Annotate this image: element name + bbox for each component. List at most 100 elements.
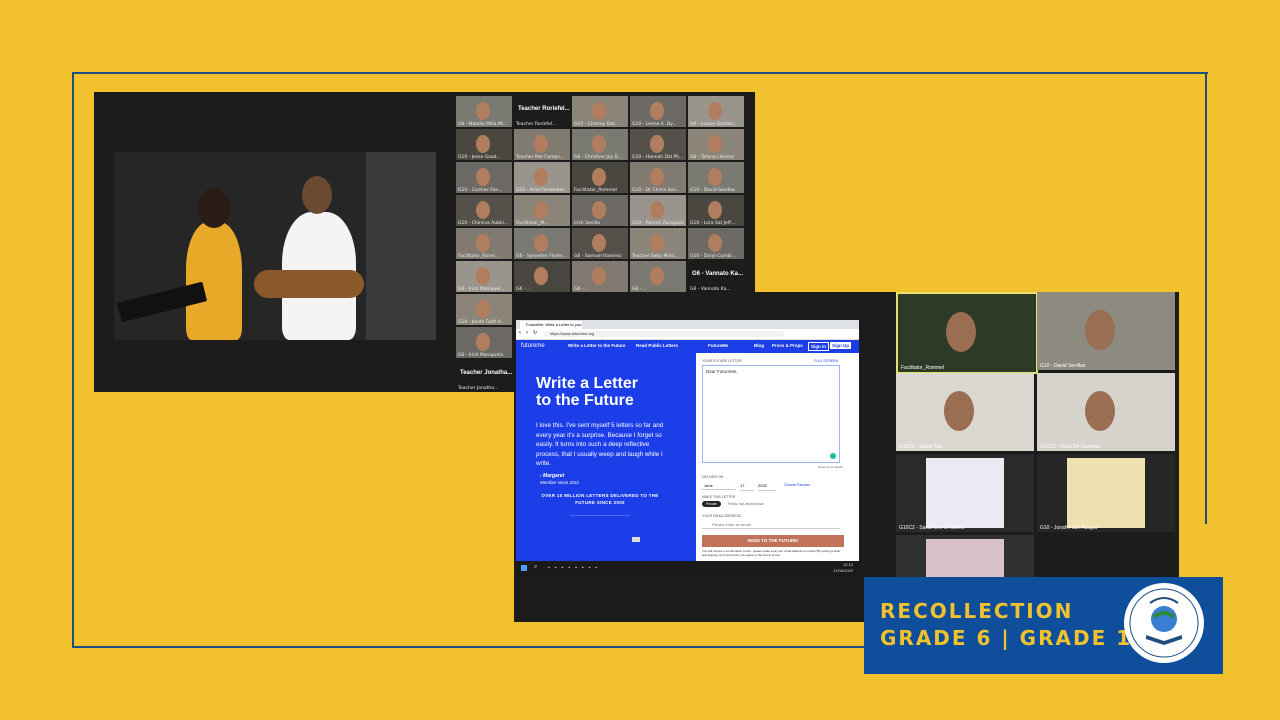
participant-face bbox=[592, 135, 606, 153]
participant-tile[interactable]: Teacher Jonatha... Teacher Jonatha... bbox=[456, 360, 512, 391]
taskbar-date: 17/06/2022 bbox=[832, 568, 853, 573]
frame-right-line bbox=[1205, 72, 1207, 524]
singer-figure bbox=[186, 222, 242, 340]
email-label: YOUR EMAIL ADDRESS bbox=[702, 514, 742, 518]
speaker-tile[interactable]: G10 - Jonah Faith Abagat bbox=[1037, 454, 1175, 532]
participant-face bbox=[708, 168, 722, 186]
futureme-logo[interactable]: futureme bbox=[521, 343, 545, 349]
participant-tile[interactable]: Teacher Mal Camps... bbox=[514, 129, 570, 160]
fullscreen-link[interactable]: FULL SCREEN bbox=[814, 359, 838, 363]
participant-tile[interactable]: G10 - Lenne A. Dy... bbox=[630, 96, 686, 127]
taskbar-app-icons[interactable]: ▪▪▪▪▪▪▪▪ bbox=[548, 565, 602, 571]
participant-tile[interactable]: G10 - Daryl Cumbl... bbox=[688, 228, 744, 259]
participant-tile[interactable]: G10 - Lora Sat Jeff... bbox=[688, 195, 744, 226]
forward-icon[interactable]: › bbox=[526, 330, 528, 336]
participant-tile[interactable]: G10 - Cormac Fan... bbox=[456, 162, 512, 193]
participant-face bbox=[1085, 391, 1115, 431]
banner-line-2: GRADE 6 | GRADE 10 bbox=[880, 626, 1149, 650]
send-button[interactable]: SEND TO THE FUTURE! bbox=[702, 535, 844, 547]
stat-text: OVER 10 MILLION LETTERS DELIVERED TO THE… bbox=[541, 493, 659, 505]
letter-value: Dear FutureMe, bbox=[706, 369, 738, 374]
participant-tile[interactable]: G6 - Natalia Milla Mi... bbox=[456, 96, 512, 127]
participant-tile[interactable]: G10 - Dr Chirra Sen... bbox=[630, 162, 686, 193]
participant-tile[interactable]: Facilitator_Ronel... bbox=[456, 228, 512, 259]
hero-badge bbox=[632, 537, 640, 542]
participant-tile[interactable]: G6 - ... bbox=[514, 261, 570, 292]
url-field[interactable]: https://www.futureme.org bbox=[544, 331, 784, 337]
speaker-tile[interactable]: G10C2 - Yuna De Guzman bbox=[1037, 373, 1175, 451]
participant-name: G6 - Christine Joy D... bbox=[574, 155, 623, 160]
letter-textarea[interactable]: Dear FutureMe, bbox=[702, 365, 840, 463]
participant-tile[interactable]: Facilitator_Rommel bbox=[572, 162, 628, 193]
participant-tile[interactable]: G10 - Cherrey Dat... bbox=[572, 96, 628, 127]
participant-name: G6 - Irish Maniquel... bbox=[458, 287, 505, 292]
sign-in-button[interactable]: Sign In bbox=[808, 342, 829, 351]
participant-tile[interactable]: G6 - ... bbox=[572, 261, 628, 292]
browser-tab[interactable]: FutureMe: Write a Letter to you... bbox=[520, 321, 582, 329]
back-icon[interactable]: ‹ bbox=[519, 330, 521, 336]
participant-tile[interactable]: G10 - Ariel Fernandez bbox=[514, 162, 570, 193]
blog-link[interactable]: Blog bbox=[754, 343, 764, 348]
participant-face bbox=[592, 234, 606, 252]
participant-tile[interactable]: G10 - Chirsiva Aubin... bbox=[456, 195, 512, 226]
day-select[interactable]: 17 bbox=[740, 481, 754, 491]
sign-up-button[interactable]: Sign Up bbox=[830, 342, 851, 349]
participant-tile[interactable]: G6 - Sylvester Flores... bbox=[514, 228, 570, 259]
participant-tile[interactable]: Facilitator_M... bbox=[514, 195, 570, 226]
spotlight-video[interactable] bbox=[114, 152, 436, 340]
public-toggle[interactable]: Public, but anonymous bbox=[728, 502, 763, 506]
participant-name: G6 - Sylvester Flores... bbox=[516, 254, 567, 259]
letter-label: YOUR FUTURE LETTER bbox=[702, 359, 742, 363]
participant-tile[interactable]: G6 - Samuel Ramirez bbox=[572, 228, 628, 259]
participant-face bbox=[946, 312, 976, 352]
participant-name: Irish Sevilla bbox=[574, 221, 600, 226]
participant-name: G6 - Irish Maniquela bbox=[458, 353, 504, 358]
participant-tile[interactable]: G10 - David Sevillas bbox=[688, 162, 744, 193]
press-link[interactable]: Press & Props bbox=[772, 343, 803, 348]
search-icon[interactable]: ⌕ bbox=[534, 564, 537, 571]
participant-tile[interactable]: Teacher Seby Malo... bbox=[630, 228, 686, 259]
participant-face bbox=[650, 135, 664, 153]
participant-face bbox=[592, 201, 606, 219]
participant-face bbox=[1085, 310, 1115, 350]
month-select[interactable]: June bbox=[702, 481, 736, 490]
participant-name-large: Teacher Jonatha... bbox=[460, 370, 512, 376]
participant-tile[interactable]: G6 - Louise Gordon... bbox=[688, 96, 744, 127]
speaker-tile[interactable]: G10C2 - Sarah Tan bbox=[896, 373, 1034, 451]
windows-taskbar: ⌕ ▪▪▪▪▪▪▪▪ 12:12 17/06/2022 bbox=[516, 561, 859, 576]
participant-tile[interactable]: G6 - Christine Joy D... bbox=[572, 129, 628, 160]
participant-name: G6 - Louise Gordon... bbox=[690, 122, 738, 127]
speaker-tile[interactable]: G10 - David Sevillas bbox=[1037, 292, 1175, 370]
participant-tile[interactable]: G6 - Irish Maniquela bbox=[456, 327, 512, 358]
participant-tile[interactable]: Teacher Roriefel... Teacher Roriefel... bbox=[514, 96, 570, 127]
participant-face bbox=[708, 135, 722, 153]
private-toggle[interactable]: Private bbox=[702, 501, 721, 507]
email-input[interactable]: Please enter an email bbox=[702, 520, 840, 529]
participant-tile[interactable]: G6 - Vannato Ka... G6 - Vannato Ka... bbox=[688, 261, 744, 292]
read-public-link[interactable]: Read Public Letters bbox=[636, 343, 678, 348]
write-letter-link[interactable]: Write a Letter to the Future bbox=[568, 343, 625, 348]
participant-face bbox=[650, 267, 664, 285]
participant-tile[interactable]: G10 - Jesse Gaad... bbox=[456, 129, 512, 160]
participant-name: G10 - Daryl Cumbl... bbox=[690, 254, 736, 259]
speaker-tile[interactable]: Facilitator_Rommel bbox=[896, 292, 1038, 374]
reload-icon[interactable]: ↻ bbox=[533, 330, 537, 336]
browser-tab-strip: FutureMe: Write a Letter to you... bbox=[516, 320, 859, 329]
participant-face bbox=[476, 168, 490, 186]
participant-tile[interactable]: G10 - Hannah Dal Ph... bbox=[630, 129, 686, 160]
participant-face bbox=[944, 391, 974, 431]
participant-tile[interactable]: G6 - Irish Maniquel... bbox=[456, 261, 512, 292]
windows-start-icon[interactable] bbox=[521, 565, 527, 571]
speaker-tile[interactable]: G10C2 - Sarah Lee G Alberto bbox=[896, 454, 1034, 532]
letter-form: YOUR FUTURE LETTER FULL SCREEN Dear Futu… bbox=[696, 353, 859, 561]
participant-tile[interactable]: G10 - Ronnie Zaragoza bbox=[630, 195, 686, 226]
need-help-link[interactable]: Need some ideas? bbox=[818, 465, 843, 469]
participant-tile[interactable]: G10 - Jonah Faith A... bbox=[456, 294, 512, 325]
participant-tile[interactable]: G6 - Tatana Llerena bbox=[688, 129, 744, 160]
year-select[interactable]: 2032 bbox=[758, 481, 776, 491]
participant-face bbox=[534, 135, 548, 153]
choose-random-link[interactable]: Choose Random bbox=[784, 483, 810, 487]
participant-tile[interactable]: Irish Sevilla bbox=[572, 195, 628, 226]
participant-face bbox=[476, 333, 490, 351]
participant-tile[interactable]: G6 - ... bbox=[630, 261, 686, 292]
